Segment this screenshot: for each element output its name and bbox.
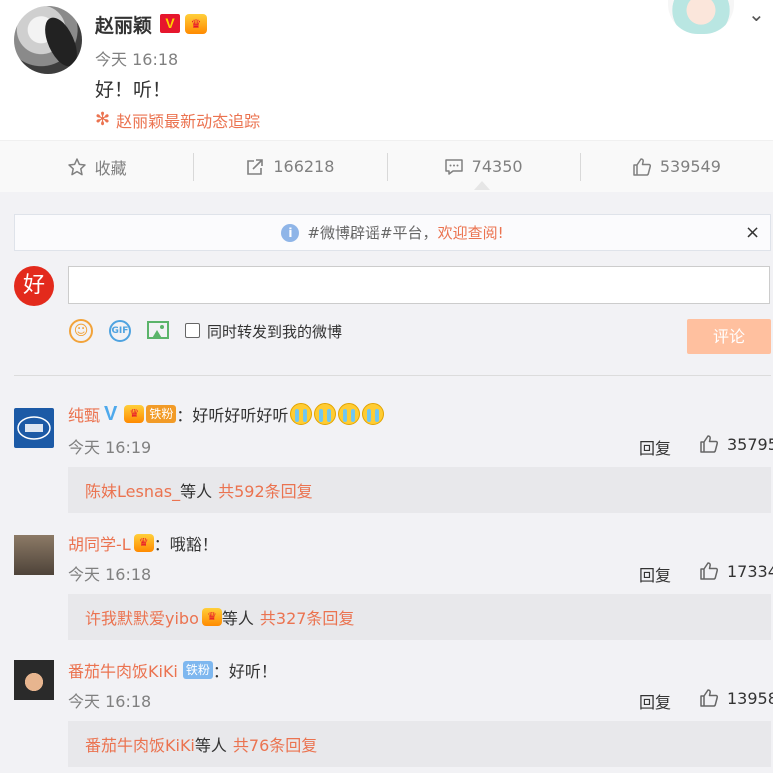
reply-button[interactable]: 回复 (639, 435, 671, 459)
like-button[interactable]: 539549 (579, 141, 773, 192)
favorite-button[interactable]: 收藏 (0, 141, 193, 192)
crying-emoji-icon (362, 403, 385, 425)
vip-crown-icon: ♛ (124, 405, 145, 423)
sub-reply-count[interactable]: 共76条回复 (233, 732, 317, 756)
sub-reply-summary[interactable]: 许我默默爱yibo ♛ 等人 共327条回复 (68, 594, 771, 640)
sub-reply-text: 等人 (194, 736, 227, 755)
image-icon[interactable] (147, 321, 169, 339)
thumbs-up-icon (633, 157, 651, 176)
comment-like-button[interactable]: 17334 (699, 561, 773, 581)
brand-logo-icon (17, 416, 51, 440)
comment-like-button[interactable]: 13958 (699, 688, 773, 708)
fan-badge: 铁粉 (182, 661, 213, 679)
comment-count: 74350 (471, 157, 523, 176)
comment-time: 今天 16:18 (68, 565, 152, 584)
verified-badge: V (160, 14, 180, 33)
repost-checkbox[interactable] (185, 323, 200, 338)
flower-icon: ✻ (95, 109, 111, 130)
sub-reply-user[interactable]: 番茄牛肉饭KiKi (85, 732, 195, 756)
thumbs-up-icon (700, 562, 719, 580)
notice-text: #微博辟谣#平台， (307, 224, 438, 242)
comment-like-button[interactable]: 35795 (699, 434, 773, 454)
rumor-notice-banner: i #微博辟谣#平台， 欢迎查阅! (14, 214, 771, 251)
crying-emoji-icon (338, 403, 361, 425)
sub-reply-user[interactable]: 陈妹Lesnas_ (85, 478, 180, 502)
comment-time: 今天 16:18 (68, 692, 152, 711)
thumbs-up-icon (700, 435, 719, 453)
comment-time: 今天 16:19 (68, 438, 152, 457)
comment-text: ：好听！ (212, 662, 277, 681)
close-icon[interactable]: × (745, 222, 760, 243)
repost-icon (247, 158, 264, 175)
comment-like-count: 35795 (727, 434, 773, 454)
crying-emoji-icon (314, 403, 337, 425)
reply-button[interactable]: 回复 (639, 562, 671, 586)
verified-icon: V (104, 402, 118, 425)
topic-link[interactable]: ✻ 赵丽颖最新动态追踪 (95, 108, 260, 132)
comment-like-count: 13958 (727, 688, 773, 708)
comment-line: 胡同学-L ♛ ：哦豁！ (68, 531, 218, 555)
commenter-name[interactable]: 番茄牛肉饭KiKi (68, 658, 178, 682)
repost-count: 166218 (273, 157, 335, 176)
my-avatar[interactable]: 好 (14, 266, 54, 306)
like-count: 539549 (659, 157, 721, 176)
gif-icon[interactable]: GIF (109, 320, 131, 342)
commenter-name[interactable]: 纯甄 (68, 402, 100, 426)
decoration-sticker-icon (668, 0, 734, 34)
thumbs-up-icon (700, 689, 719, 707)
sub-reply-text: 等人 (180, 482, 213, 501)
sub-reply-count[interactable]: 共327条回复 (260, 605, 355, 629)
info-icon: i (281, 223, 300, 242)
post-text: 好！听！ (95, 79, 172, 101)
vip-crown-icon: ♛ (133, 534, 154, 552)
divider (14, 375, 771, 376)
crying-emoji-icon (290, 403, 313, 425)
topic-label: 赵丽颖最新动态追踪 (116, 112, 261, 131)
notice-link[interactable]: 欢迎查阅! (438, 222, 504, 243)
submit-comment-button[interactable]: 评论 (687, 319, 771, 354)
comment-input[interactable] (68, 266, 770, 304)
reply-button[interactable]: 回复 (639, 689, 671, 713)
comment-text: ：好听好听好听 (176, 406, 289, 425)
commenter-name[interactable]: 胡同学-L (68, 531, 131, 555)
sub-reply-text: 等人 (221, 609, 254, 628)
vip-crown-icon: ♛ (185, 14, 207, 34)
repost-button[interactable]: 166218 (193, 141, 386, 192)
comment-like-count: 17334 (727, 561, 773, 581)
sub-reply-count[interactable]: 共592条回复 (218, 478, 313, 502)
commenter-avatar[interactable] (14, 535, 54, 575)
sub-reply-summary[interactable]: 番茄牛肉饭KiKi 等人 共76条回复 (68, 721, 771, 767)
star-icon (67, 157, 86, 175)
commenter-avatar[interactable] (14, 408, 54, 448)
post-time[interactable]: 今天 16:18 (95, 46, 178, 70)
comment-line: 纯甄 V ♛ 铁粉 ：好听好听好听 (68, 402, 385, 426)
emoji-icon[interactable]: ☺ (69, 319, 93, 343)
comment-icon (444, 158, 463, 175)
vip-crown-icon: ♛ (201, 608, 222, 626)
comment-text: ：哦豁！ (153, 535, 218, 554)
action-bar: 收藏 166218 74350 539549 (0, 140, 773, 193)
author-name[interactable]: 赵丽颖 (95, 11, 152, 38)
author-avatar[interactable] (14, 6, 82, 74)
comment-line: 番茄牛肉饭KiKi 铁粉 ：好听！ (68, 658, 277, 682)
favorite-label: 收藏 (94, 158, 127, 178)
chevron-down-icon[interactable]: ⌄ (748, 2, 765, 26)
sub-reply-summary[interactable]: 陈妹Lesnas_ 等人 共592条回复 (68, 467, 771, 513)
fan-badge: 铁粉 (146, 405, 177, 423)
repost-checkbox-label[interactable]: 同时转发到我的微博 (207, 321, 342, 342)
sub-reply-user[interactable]: 许我默默爱yibo (85, 605, 199, 629)
comment-caret (474, 181, 490, 190)
commenter-avatar[interactable] (14, 660, 54, 700)
